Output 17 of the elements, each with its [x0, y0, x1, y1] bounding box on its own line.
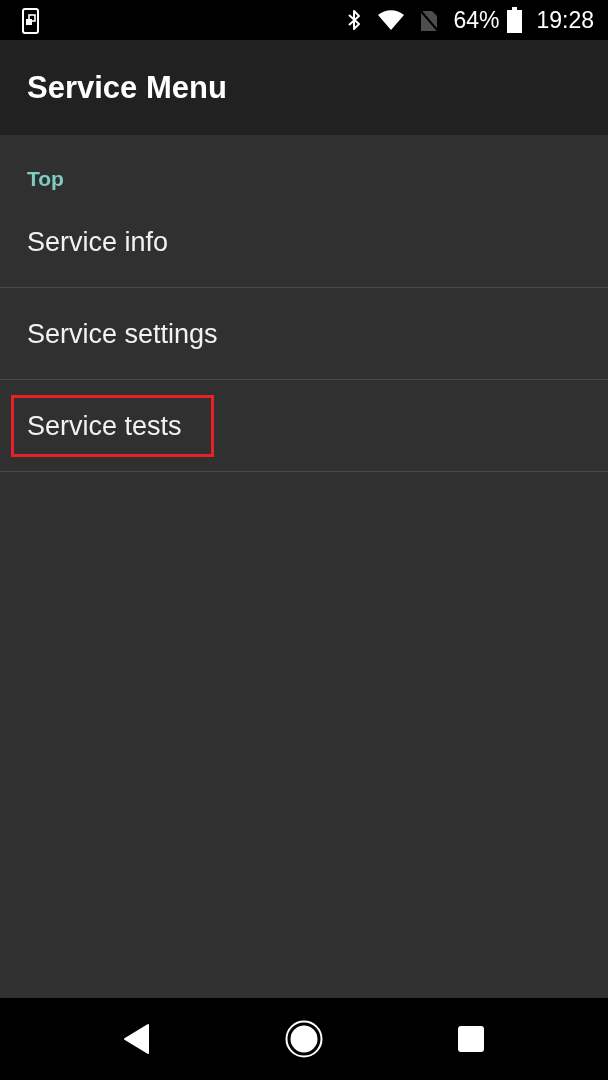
screen-title: Service Menu — [27, 68, 227, 107]
menu-item-label: Service settings — [27, 317, 218, 350]
device-icon — [22, 8, 39, 34]
no-sim-icon — [419, 8, 440, 32]
home-icon[interactable] — [285, 1020, 323, 1058]
menu-item[interactable]: Service settings — [0, 288, 608, 380]
back-icon[interactable] — [122, 1022, 150, 1056]
menu-item[interactable]: Service tests — [0, 380, 608, 472]
battery-icon — [507, 7, 523, 33]
menu-item-label: Service tests — [27, 409, 182, 442]
menu-item[interactable]: Service info — [0, 196, 608, 288]
battery-percent: 64% — [453, 7, 500, 33]
bluetooth-icon — [347, 8, 362, 32]
clock-time: 19:28 — [536, 7, 594, 33]
wifi-icon — [377, 9, 406, 31]
menu-item-label: Service info — [27, 225, 169, 258]
category-header: Top — [26, 166, 65, 192]
